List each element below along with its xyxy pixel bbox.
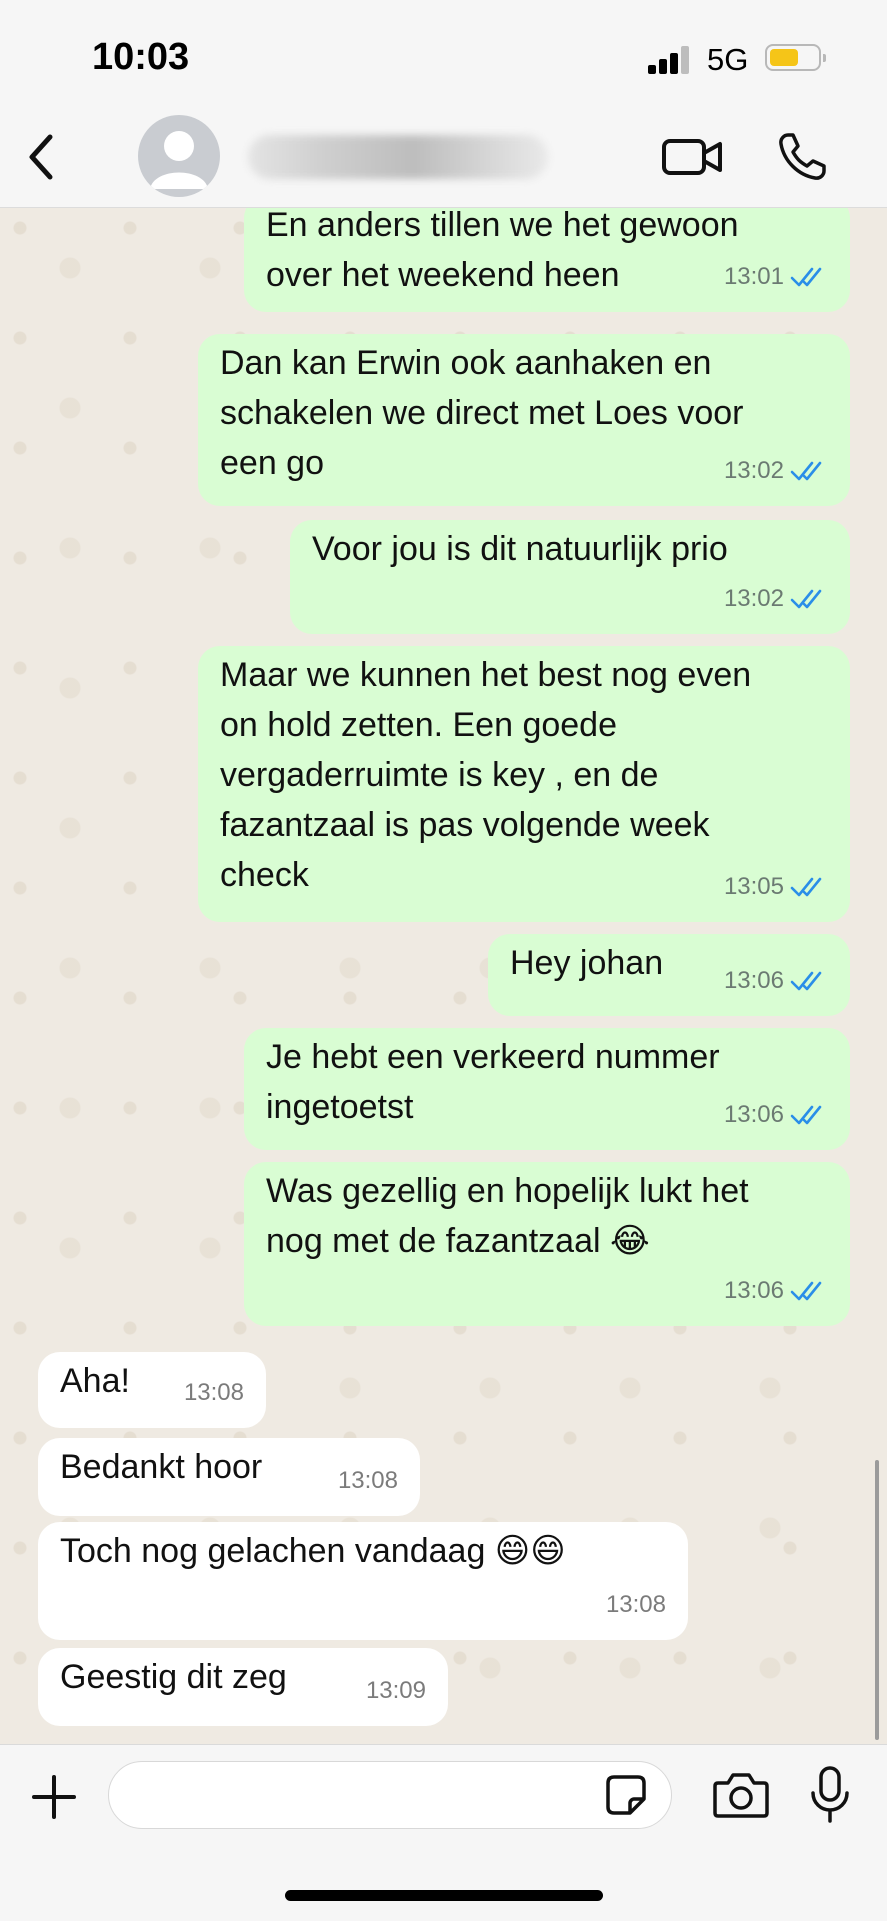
message-input[interactable]: [108, 1761, 672, 1829]
message-time: 13:02: [723, 457, 784, 484]
sticker-icon[interactable]: [604, 1773, 648, 1817]
message-bubble-incoming[interactable]: Geestig dit zeg 13:09: [38, 1648, 448, 1726]
plus-icon[interactable]: [30, 1773, 78, 1821]
message-bubble-incoming[interactable]: Aha! 13:08: [38, 1352, 266, 1428]
message-time: 13:08: [337, 1467, 398, 1494]
read-ticks-icon: [790, 971, 822, 991]
camera-icon[interactable]: [712, 1769, 770, 1821]
message-bubble-incoming[interactable]: Toch nog gelachen vandaag 😄😄 13:08: [38, 1522, 688, 1640]
message-time: 13:06: [723, 1101, 784, 1128]
read-ticks-icon: [790, 461, 822, 481]
message-bubble-outgoing[interactable]: Dan kan Erwin ook aanhaken en schakelen …: [198, 334, 850, 506]
chevron-left-icon[interactable]: [18, 127, 68, 187]
home-indicator[interactable]: [285, 1890, 603, 1901]
message-time: 13:05: [723, 873, 784, 900]
read-ticks-icon: [790, 877, 822, 897]
message-text: Was gezellig en hopelijk lukt het nog me…: [266, 1172, 749, 1260]
status-bar: 10:03 5G: [0, 0, 887, 115]
message-time: 13:06: [723, 1277, 784, 1304]
composer-bar: [0, 1744, 887, 1921]
message-bubble-outgoing[interactable]: Was gezellig en hopelijk lukt het nog me…: [244, 1162, 850, 1326]
message-bubble-outgoing[interactable]: En anders tillen we het gewoon over het …: [244, 208, 850, 312]
message-time: 13:08: [605, 1591, 666, 1618]
message-time: 13:02: [723, 585, 784, 612]
person-avatar-icon: [150, 131, 208, 189]
message-time: 13:01: [723, 263, 784, 290]
read-ticks-icon: [790, 267, 822, 287]
battery-icon: [765, 44, 826, 71]
message-text: Toch nog gelachen vandaag 😄😄: [60, 1532, 566, 1570]
message-time: 13:09: [365, 1677, 426, 1704]
message-time: 13:08: [183, 1379, 244, 1406]
message-bubble-outgoing[interactable]: Maar we kunnen het best nog even on hold…: [198, 646, 850, 922]
scrollbar[interactable]: [875, 1460, 879, 1740]
message-bubble-outgoing[interactable]: Voor jou is dit natuurlijk prio 13:02: [290, 520, 850, 634]
microphone-icon[interactable]: [808, 1765, 852, 1825]
message-text: Voor jou is dit natuurlijk prio: [312, 530, 728, 568]
avatar[interactable]: [138, 115, 220, 197]
message-bubble-incoming[interactable]: Bedankt hoor 13:08: [38, 1438, 420, 1516]
message-text: Aha!: [60, 1362, 130, 1400]
network-label: 5G: [707, 42, 749, 77]
status-time: 10:03: [92, 36, 190, 78]
video-camera-icon[interactable]: [660, 131, 724, 183]
read-ticks-icon: [790, 1281, 822, 1301]
signal-icon: [648, 46, 692, 74]
message-bubble-outgoing[interactable]: Je hebt een verkeerd nummer ingetoetst 1…: [244, 1028, 850, 1150]
phone-icon[interactable]: [774, 129, 830, 185]
message-time: 13:06: [723, 967, 784, 994]
message-bubble-outgoing[interactable]: Hey johan 13:06: [488, 934, 850, 1016]
message-list[interactable]: En anders tillen we het gewoon over het …: [0, 208, 887, 1744]
read-ticks-icon: [790, 589, 822, 609]
contact-name-blurred[interactable]: [248, 135, 548, 179]
read-ticks-icon: [790, 1105, 822, 1125]
chat-header: [0, 115, 887, 208]
